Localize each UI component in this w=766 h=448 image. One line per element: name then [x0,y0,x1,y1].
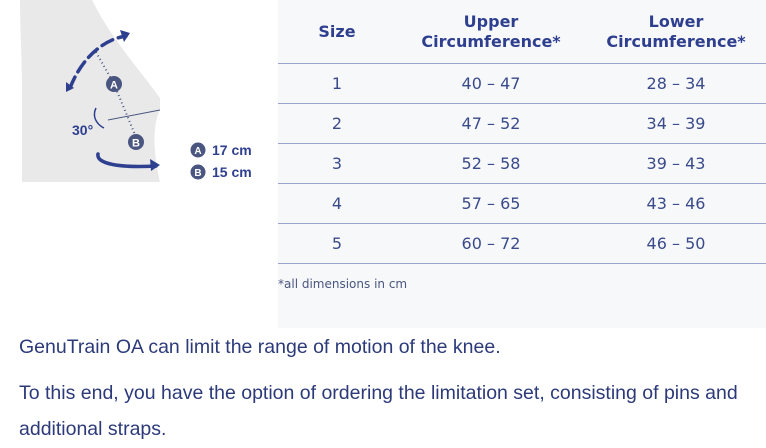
header-size: Size [278,0,396,64]
table-header-row: Size Upper Circumference* Lower Circumfere… [278,0,766,64]
legend-a-letter: A [194,146,201,157]
header-lower-circumference: Lower Circumference* [586,0,766,64]
cell-upper: 60 – 72 [396,223,586,264]
cell-size: 2 [278,103,396,144]
table-footnote: *all dimensions in cm [278,277,408,291]
cell-upper: 47 – 52 [396,103,586,144]
leg-illustration: 30° A B A 17 cm B 15 cm [20,0,252,182]
point-a-letter: A [110,80,118,92]
cell-upper: 57 – 65 [396,183,586,224]
table-row: 1 40 – 47 28 – 34 [278,63,766,104]
description-paragraph-1: GenuTrain OA can limit the range of moti… [19,336,501,358]
legend-b-value: 15 cm [212,164,252,180]
cell-size: 5 [278,223,396,264]
cell-lower: 43 – 46 [586,183,766,224]
table-row: 2 47 – 52 34 – 39 [278,103,766,144]
size-table: Size Upper Circumference* Lower Circumfere… [278,0,766,264]
cell-size: 4 [278,183,396,224]
legend-a-value: 17 cm [212,142,252,158]
description-paragraph-2: To this end, you have the option of orde… [19,382,738,440]
cell-size: 1 [278,63,396,104]
cell-lower: 39 – 43 [586,143,766,184]
header-upper-circumference: Upper Circumference* [396,0,586,64]
point-b-letter: B [132,138,140,150]
measurement-diagram: 30° A B A 17 cm B 15 cm [0,0,262,186]
table-row: 5 60 – 72 46 – 50 [278,223,766,264]
cell-lower: 34 – 39 [586,103,766,144]
angle-label: 30° [72,122,93,138]
legend-b-letter: B [194,168,201,179]
cell-upper: 52 – 58 [396,143,586,184]
table-row: 3 52 – 58 39 – 43 [278,143,766,184]
cell-lower: 46 – 50 [586,223,766,264]
cell-upper: 40 – 47 [396,63,586,104]
cell-lower: 28 – 34 [586,63,766,104]
cell-size: 3 [278,143,396,184]
table-row: 4 57 – 65 43 – 46 [278,183,766,224]
leg-silhouette [20,0,160,182]
